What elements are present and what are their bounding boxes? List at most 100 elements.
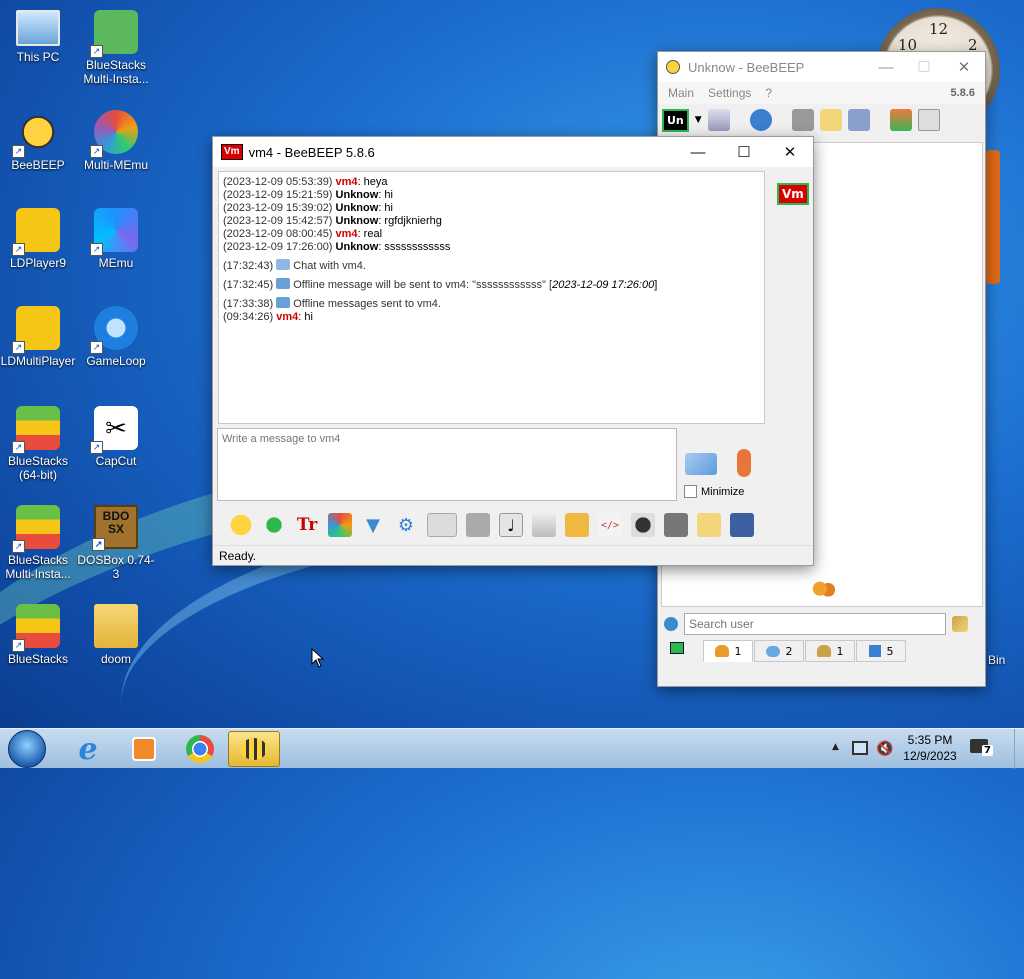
menu-settings[interactable]: Settings: [708, 86, 751, 100]
file-transfer-icon[interactable]: [889, 109, 912, 131]
main-window-titlebar[interactable]: Unknow - BeeBEEP — ☐ ✕: [658, 52, 985, 82]
menu-help[interactable]: ?: [765, 86, 772, 100]
desktop-icon-dosbox[interactable]: BDO SX ↗ DOSBox 0.74-3: [76, 505, 156, 581]
taskbar: e ▲ 🔇 5:35 PM 12/9/2023 7: [0, 728, 1024, 769]
close-button[interactable]: ✕: [943, 52, 985, 82]
online-status-icon[interactable]: [670, 642, 684, 654]
chat-log: (2023-12-09 05:53:39) vm4: heya (2023-12…: [218, 171, 765, 424]
filter-icon[interactable]: ▼: [361, 513, 385, 537]
memu-icon: ↗: [90, 208, 138, 256]
action-center-button[interactable]: 7: [968, 737, 996, 761]
settings-gear-icon[interactable]: ⚙: [394, 513, 418, 537]
clear-broom-icon[interactable]: [952, 616, 968, 632]
maximize-button[interactable]: ☐: [905, 52, 943, 82]
tab-shares[interactable]: 5: [856, 640, 906, 662]
start-button[interactable]: [8, 730, 46, 768]
desktop-icon-bluestacks-64[interactable]: ↗ BlueStacks (64-bit): [0, 406, 78, 482]
desktop-icon-bluestacks-multi[interactable]: ↗ BlueStacks Multi-Insta...: [76, 10, 156, 86]
shortcut-arrow-icon: ↗: [90, 441, 103, 454]
users-icon: [714, 645, 729, 657]
minimize-checkbox[interactable]: [684, 485, 697, 498]
emoticon-icon[interactable]: [229, 513, 253, 537]
chevron-down-icon[interactable]: ▼: [695, 115, 702, 125]
save-chat-icon[interactable]: [532, 513, 556, 537]
microphone-icon[interactable]: [737, 449, 751, 477]
network-icon[interactable]: [749, 109, 772, 131]
desktop-icon-multi-memu[interactable]: ↗ Multi-MEmu: [76, 110, 156, 172]
share-icon: [868, 645, 881, 657]
recycle-bin-label[interactable]: Bin: [988, 653, 1005, 667]
chat-message: (2023-12-09 15:42:57) Unknow: rgfdjknier…: [223, 215, 442, 227]
html-code-icon[interactable]: </>: [598, 513, 622, 537]
tab-chats[interactable]: 2: [754, 640, 804, 662]
desktop-icon-capcut[interactable]: ✂ ↗ CapCut: [76, 406, 156, 468]
write-note-icon[interactable]: [819, 109, 842, 131]
member-vm4-avatar[interactable]: Vm: [777, 183, 809, 205]
desktop-icon-ldplayer9[interactable]: ↗ LDPlayer9: [0, 208, 78, 270]
desktop-icon-bluestacks[interactable]: ↗ BlueStacks: [0, 604, 78, 666]
network-tray-icon[interactable]: [852, 741, 868, 755]
keyboard-icon[interactable]: [664, 513, 688, 537]
close-button[interactable]: ✕: [767, 137, 813, 167]
sound-note-icon[interactable]: ♩: [499, 513, 523, 537]
search-settings-icon[interactable]: [664, 617, 678, 631]
search-user-input[interactable]: [684, 613, 946, 635]
taskbar-ie[interactable]: e: [62, 731, 114, 767]
chat-window-titlebar[interactable]: Vm vm4 - BeeBEEP 5.8.6 — ☐ ✕: [213, 137, 813, 167]
broadcast-icon[interactable]: [791, 109, 814, 131]
main-window-title: Unknow - BeeBEEP: [688, 59, 805, 75]
tray-clock[interactable]: 5:35 PM 12/9/2023: [900, 732, 960, 764]
desktop-icon-this-pc[interactable]: This PC: [0, 10, 78, 64]
taskbar-chrome[interactable]: [174, 731, 226, 767]
font-color-icon[interactable]: [328, 513, 352, 537]
spellcheck-icon[interactable]: [427, 513, 457, 537]
desktop-icon-label: BlueStacks Multi-Insta...: [83, 58, 149, 86]
save-icon[interactable]: [730, 513, 754, 537]
desktop-icon-ldmultiplayer[interactable]: ↗ LDMultiPlayer: [0, 306, 78, 368]
tools-icon[interactable]: [847, 109, 870, 131]
font-icon[interactable]: Tr: [295, 513, 319, 537]
chat-window-title: vm4 - BeeBEEP 5.8.6: [248, 144, 375, 160]
desktop-icon-bluestacks-multi-2[interactable]: ↗ BlueStacks Multi-Insta...: [0, 505, 78, 581]
vm-user-badge: Vm: [221, 144, 243, 160]
status-bar: Ready.: [213, 545, 813, 565]
minimize-button[interactable]: —: [675, 137, 721, 167]
chat-message: (09:34:26) vm4: hi: [223, 311, 313, 323]
show-hidden-icons[interactable]: ▲: [832, 742, 839, 752]
tab-users[interactable]: 1: [703, 640, 753, 662]
message-input[interactable]: [217, 428, 677, 501]
clock-number: 12: [929, 20, 949, 38]
maximize-button[interactable]: ☐: [721, 137, 767, 167]
chat-members-strip: Vm: [771, 171, 809, 501]
volume-muted-icon[interactable]: 🔇: [876, 741, 893, 757]
taskbar-media-player[interactable]: [118, 731, 170, 767]
show-desktop-button[interactable]: [1014, 729, 1024, 769]
chat-message: (2023-12-09 08:00:45) vm4: real: [223, 228, 383, 240]
desktop-icon-label: LDPlayer9: [9, 256, 67, 270]
emoticon-menu-icon[interactable]: [262, 513, 286, 537]
notes-icon[interactable]: [697, 513, 721, 537]
desktop-icon-doom[interactable]: doom: [76, 604, 156, 666]
user-status-badge[interactable]: Un: [662, 108, 689, 132]
edit-profile-icon[interactable]: [707, 109, 730, 131]
tray-date: 12/9/2023: [903, 749, 957, 763]
send-message-icon[interactable]: [685, 453, 717, 475]
taskbar-beebeep[interactable]: [228, 731, 280, 767]
word-complete-icon[interactable]: [466, 513, 490, 537]
desktop-icon-memu[interactable]: ↗ MEmu: [76, 208, 156, 270]
chat-window[interactable]: Vm vm4 - BeeBEEP 5.8.6 — ☐ ✕ (2023-12-09…: [212, 136, 814, 566]
screenshot-icon[interactable]: [631, 513, 655, 537]
bluestacks-icon: ↗: [12, 604, 60, 652]
shortcut-arrow-icon: ↗: [90, 243, 103, 256]
desktop-widget-orange: [986, 150, 1000, 284]
search-user-row: [664, 612, 982, 636]
internet-explorer-icon: e: [78, 731, 98, 767]
minimize-button[interactable]: —: [867, 52, 905, 82]
desktop-icon-gameloop[interactable]: ↗ GameLoop: [76, 306, 156, 368]
chat-message: (2023-12-09 17:26:00) Unknow: ssssssssss…: [223, 241, 451, 253]
menu-main[interactable]: Main: [668, 86, 694, 100]
trash-icon[interactable]: [917, 109, 940, 131]
tab-groups[interactable]: 1: [805, 640, 855, 662]
send-folder-icon[interactable]: [565, 513, 589, 537]
desktop-icon-beebeep[interactable]: ↗ BeeBEEP: [0, 110, 78, 172]
